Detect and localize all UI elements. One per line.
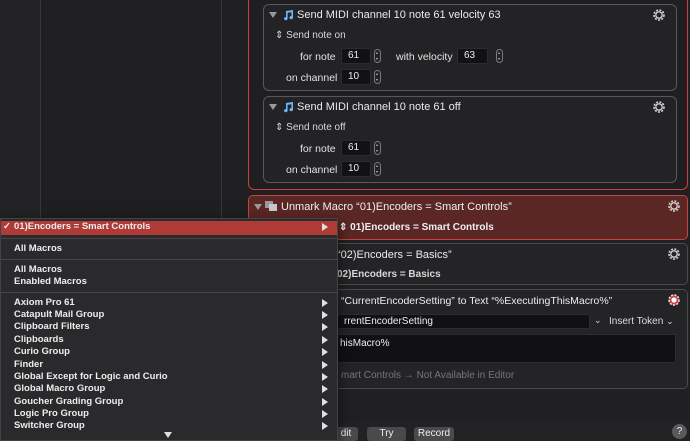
- updown-icon: ⇕: [339, 222, 348, 233]
- gear-icon[interactable]: [651, 7, 667, 23]
- channel-stepper[interactable]: [374, 162, 381, 176]
- note-mode-popup[interactable]: ⇕ Send note on: [275, 30, 346, 41]
- gear-icon[interactable]: [666, 198, 682, 214]
- macro-select-menu: ✓ 01)Encoders = Smart Controls All Macro…: [0, 218, 338, 441]
- mark-macro-value[interactable]: 02)Encoders = Basics: [337, 269, 441, 280]
- submenu-arrow-icon: [322, 336, 328, 344]
- on-channel-label: on channel: [286, 164, 338, 176]
- submenu-arrow-icon: [322, 348, 328, 356]
- note-field[interactable]: 61: [341, 48, 371, 64]
- menu-item-label: Clipboard Filters: [14, 321, 90, 332]
- note-mode-label: Send note off: [286, 122, 346, 133]
- preview-status: Not Available in Editor: [416, 370, 515, 381]
- menu-item-label: 01)Encoders = Smart Controls: [14, 221, 151, 232]
- text-field[interactable]: hisMacro%: [337, 334, 676, 363]
- unmark-macro-value[interactable]: ⇕ 01)Encoders = Smart Controls: [339, 222, 494, 233]
- submenu-arrow-icon: [322, 398, 328, 406]
- chevron-down-icon: ⌄: [666, 316, 674, 326]
- channel-stepper[interactable]: [374, 70, 381, 84]
- action-title: Send MIDI channel 10 note 61 off: [297, 101, 461, 113]
- menu-item-label: Catapult Mail Group: [14, 309, 105, 320]
- action-title: “CurrentEncoderSetting” to Text “%Execut…: [341, 295, 613, 307]
- gear-icon[interactable]: [666, 246, 682, 262]
- variable-dropdown-icon[interactable]: ⌄: [594, 315, 602, 326]
- send-midi-note-off-action[interactable]: Send MIDI channel 10 note 61 off ⇕ Send …: [263, 96, 677, 183]
- submenu-arrow-icon: [322, 410, 328, 418]
- note-mode-popup[interactable]: ⇕ Send note off: [275, 122, 345, 133]
- menu-item-label: Finder: [14, 359, 44, 370]
- record-button[interactable]: Record: [414, 427, 454, 441]
- submenu-arrow-icon: [322, 361, 328, 369]
- menu-group-item[interactable]: Global Macro Group: [1, 383, 337, 396]
- insert-token-label: Insert Token: [609, 316, 664, 327]
- menu-item-label: Axiom Pro 61: [14, 297, 75, 308]
- note-stepper[interactable]: [374, 141, 381, 155]
- submenu-arrow-icon: [322, 385, 328, 393]
- menu-separator: [1, 259, 337, 260]
- gear-icon[interactable]: [651, 99, 667, 115]
- gear-red-icon[interactable]: [666, 292, 682, 308]
- menu-item-label: Global Except for Logic and Curio: [14, 371, 168, 382]
- menu-item-label: All Macros: [14, 243, 63, 254]
- text-field-value: hisMacro%: [340, 338, 390, 349]
- note-field[interactable]: 61: [341, 140, 371, 156]
- menu-item-label: Switcher Group: [14, 420, 85, 431]
- variable-name-field[interactable]: rrentEncoderSetting: [337, 314, 590, 329]
- menu-item-label: Clipboards: [14, 334, 64, 345]
- channel-field[interactable]: 10: [341, 161, 371, 177]
- menu-item-label: Curio Group: [14, 346, 70, 357]
- with-velocity-label: with velocity: [396, 51, 453, 63]
- disclosure-triangle-icon[interactable]: [269, 104, 277, 110]
- menu-item-label: Global Macro Group: [14, 383, 106, 394]
- disclosure-triangle-icon[interactable]: [269, 12, 277, 18]
- action-title: Send MIDI channel 10 note 61 velocity 63: [297, 9, 501, 21]
- action-title: Unmark Macro “01)Encoders = Smart Contro…: [281, 201, 512, 213]
- menu-separator: [1, 238, 337, 239]
- submenu-arrow-icon: [322, 223, 328, 231]
- updown-icon: ⇕: [275, 30, 284, 41]
- submenu-arrow-icon: [322, 323, 328, 331]
- velocity-field[interactable]: 63: [457, 48, 488, 64]
- unmark-macro-value-label: 01)Encoders = Smart Controls: [350, 222, 494, 233]
- menu-item-enabled-macros[interactable]: Enabled Macros: [1, 276, 337, 289]
- preview-text: mart Controls → Not Available in Editor: [341, 370, 514, 381]
- menu-item-label: Logic Pro Group: [14, 408, 89, 419]
- submenu-arrow-icon: [322, 373, 328, 381]
- scroll-down-icon[interactable]: [164, 432, 172, 438]
- menu-group-item[interactable]: Clipboard Filters: [1, 321, 337, 334]
- insert-token-menu[interactable]: Insert Token ⌄: [609, 316, 674, 327]
- disclosure-triangle-icon[interactable]: [254, 204, 262, 210]
- menu-group-item[interactable]: Curio Group: [1, 346, 337, 359]
- note-mode-label: Send note on: [286, 30, 346, 41]
- for-note-label: for note: [300, 143, 336, 155]
- menu-item-all-macros[interactable]: All Macros: [1, 243, 337, 256]
- velocity-stepper[interactable]: [496, 49, 503, 63]
- try-button[interactable]: Try: [367, 427, 406, 441]
- updown-icon: ⇕: [275, 122, 284, 133]
- note-stepper[interactable]: [374, 49, 381, 63]
- menu-item-selected[interactable]: ✓ 01)Encoders = Smart Controls: [1, 221, 337, 235]
- macro-stack-icon: [265, 201, 277, 211]
- menu-separator: [1, 292, 337, 293]
- submenu-arrow-icon: [322, 299, 328, 307]
- midi-note-icon: [284, 10, 294, 21]
- checkmark-icon: ✓: [3, 221, 11, 232]
- action-title: “02)Encoders = Basics”: [337, 249, 452, 261]
- menu-item-label: Enabled Macros: [14, 276, 87, 287]
- menu-item-label: Goucher Grading Group: [14, 396, 124, 407]
- submenu-arrow-icon: [322, 311, 328, 319]
- midi-note-icon: [284, 102, 294, 113]
- on-channel-label: on channel: [286, 72, 338, 84]
- menu-item-label: All Macros: [14, 264, 63, 275]
- channel-field[interactable]: 10: [341, 69, 371, 85]
- arrow-right-icon: →: [403, 370, 414, 381]
- help-button[interactable]: ?: [672, 424, 687, 439]
- preview-value: mart Controls: [341, 370, 402, 381]
- for-note-label: for note: [300, 51, 336, 63]
- send-midi-note-on-action[interactable]: Send MIDI channel 10 note 61 velocity 63…: [263, 4, 677, 91]
- action-group-red: Send MIDI channel 10 note 61 velocity 63…: [248, 0, 688, 190]
- submenu-arrow-icon: [322, 422, 328, 430]
